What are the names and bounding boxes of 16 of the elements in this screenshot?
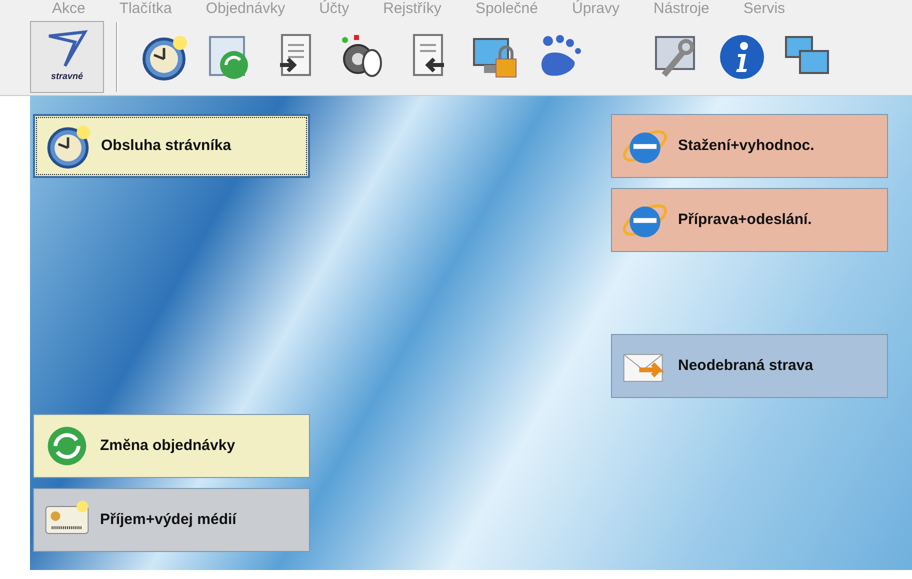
desktop-button[interactable]: Příjem+výdej médií (33, 488, 310, 552)
menu-item[interactable]: Úpravy (572, 0, 620, 18)
menu-item[interactable]: Účty (319, 0, 350, 18)
desktop-button[interactable]: Stažení+vyhodnoc. (611, 114, 888, 178)
menu-item[interactable]: Společné (475, 0, 538, 18)
menu-item[interactable]: Objednávky (206, 0, 286, 18)
menu-item[interactable]: Servis (743, 0, 786, 18)
menu-item[interactable]: Nástroje (654, 0, 710, 18)
desktop-button[interactable]: Obsluha strávníka (33, 114, 310, 178)
desktop-button[interactable]: Neodebraná strava (611, 334, 888, 398)
app-logo-button[interactable]: stravné (30, 20, 104, 92)
menu-item[interactable]: Rejstříky (383, 0, 442, 18)
menu-item[interactable]: Tlačítka (119, 0, 172, 18)
desktop-button[interactable]: Příprava+odeslání. (611, 188, 888, 252)
menu-item[interactable]: Akce (52, 0, 86, 18)
desktop-button[interactable]: Změna objednávky (33, 414, 310, 478)
